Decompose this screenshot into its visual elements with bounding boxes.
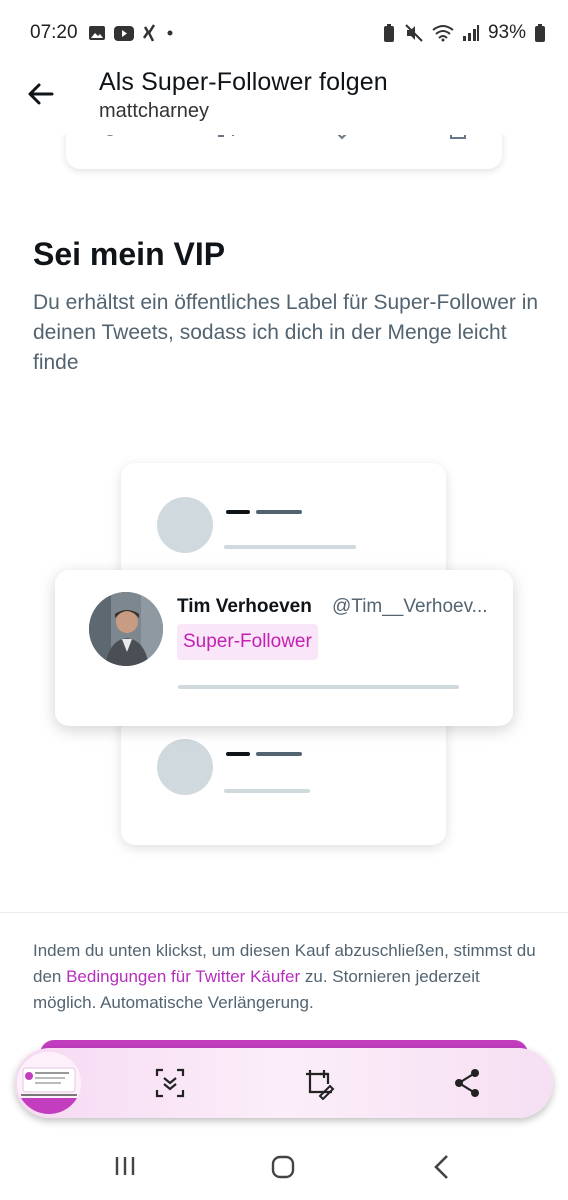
terms-link[interactable]: Bedingungen für Twitter Käufer xyxy=(66,967,300,986)
placeholder-avatar xyxy=(157,739,213,795)
crop-edit-icon[interactable] xyxy=(302,1066,336,1100)
back-nav-icon[interactable] xyxy=(432,1154,452,1180)
page-title: Als Super-Follower folgen xyxy=(99,68,388,96)
section-description: Du erhältst ein öffentliches Label für S… xyxy=(33,291,539,374)
page-subtitle: mattcharney xyxy=(99,100,210,122)
scroll-capture-icon[interactable] xyxy=(153,1066,187,1100)
more-dot-icon xyxy=(167,30,173,36)
super-follower-card: Tim Verhoeven @Tim__Verhoev... Super-Fol… xyxy=(55,570,513,726)
display-name: Tim Verhoeven xyxy=(177,596,312,617)
xing-icon xyxy=(142,24,156,42)
gallery-icon xyxy=(89,26,105,40)
mute-icon xyxy=(405,24,423,42)
status-time: 07:20 xyxy=(30,22,78,43)
share-icon[interactable] xyxy=(450,1066,484,1100)
placeholder-line xyxy=(256,510,302,514)
placeholder-line xyxy=(224,789,310,793)
screenshot-thumbnail[interactable] xyxy=(17,1052,81,1114)
terms-text: Indem du unten klickst, um diesen Kauf a… xyxy=(33,938,543,1016)
recent-apps-icon[interactable] xyxy=(113,1154,137,1178)
super-follower-badge: Super-Follower xyxy=(177,624,318,660)
battery-percent: 93% xyxy=(487,22,526,43)
divider xyxy=(0,912,568,913)
status-bar: 07:20 93% xyxy=(0,0,568,68)
placeholder-avatar xyxy=(157,497,213,553)
app-header: Als Super-Follower folgen mattcharney xyxy=(0,60,568,135)
notification-icons xyxy=(88,24,174,42)
home-icon[interactable] xyxy=(270,1154,296,1180)
screenshot-toolbar xyxy=(15,1048,553,1118)
placeholder-line xyxy=(224,545,356,549)
wifi-icon xyxy=(432,25,454,42)
placeholder-line xyxy=(178,685,459,689)
section-title: Sei mein VIP xyxy=(33,236,226,272)
back-arrow-icon[interactable] xyxy=(24,78,56,110)
placeholder-line xyxy=(226,510,250,514)
system-navigation-bar xyxy=(0,1130,568,1200)
placeholder-line xyxy=(256,752,302,756)
username-handle: @Tim__Verhoev... xyxy=(332,596,488,617)
youtube-icon xyxy=(114,25,134,41)
battery-saver-icon xyxy=(383,24,394,42)
battery-icon xyxy=(535,24,545,42)
signal-icon xyxy=(462,25,479,41)
avatar xyxy=(89,592,163,666)
placeholder-line xyxy=(226,752,250,756)
